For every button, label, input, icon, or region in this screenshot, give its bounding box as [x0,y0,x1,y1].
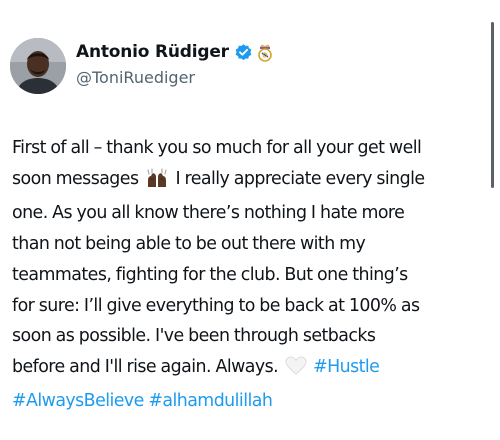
tweet-line: soon as possible. I've been through setb… [12,326,376,347]
white-heart-icon [285,355,307,386]
avatar-image [10,38,66,94]
author-display-name[interactable]: Antonio Rüdiger [76,42,229,62]
tweet-line: First of all – thank you so much for all… [12,138,422,158]
tweet-text-segment: I really appreciate every single [175,168,425,189]
avatar[interactable] [10,38,66,94]
tweet-line: #AlwaysBelieve #alhamdulillah [12,386,482,417]
hashtag-link[interactable]: #alhamdulillah [148,391,273,411]
author-name-row: Antonio Rüdiger [76,40,273,64]
verified-badge-icon[interactable] [234,43,253,62]
tweet-line: teammates, fighting for the club. But on… [12,264,408,285]
hashtag-link[interactable]: #AlwaysBelieve [12,391,144,411]
raising-hands-icon [145,167,169,198]
tweet-line: for sure: I’ll give everything to be bac… [12,295,420,316]
tweet-line: than not being able to be out there with… [12,233,366,254]
scrollbar-thumb[interactable] [491,22,494,188]
tweet-text: First of all – thank you so much for all… [12,133,482,417]
tweet-line: one. As you all know there’s nothing I h… [12,202,405,223]
author-handle[interactable]: @ToniRuediger [76,68,195,87]
tweet-line: soon messages I really appreciate every … [12,164,482,198]
scrollbar[interactable] [490,0,494,440]
tweet-line: before and I'll rise again. Always. #Hus… [12,352,482,386]
tweet-text-segment: before and I'll rise again. Always. [12,357,279,378]
hashtag-link[interactable]: #Hustle [313,357,380,377]
tweet-text-segment: soon messages [12,168,139,189]
club-crest-icon [257,43,273,62]
tweet-card: Antonio Rüdiger @ToniRuediger First of a… [0,0,500,440]
